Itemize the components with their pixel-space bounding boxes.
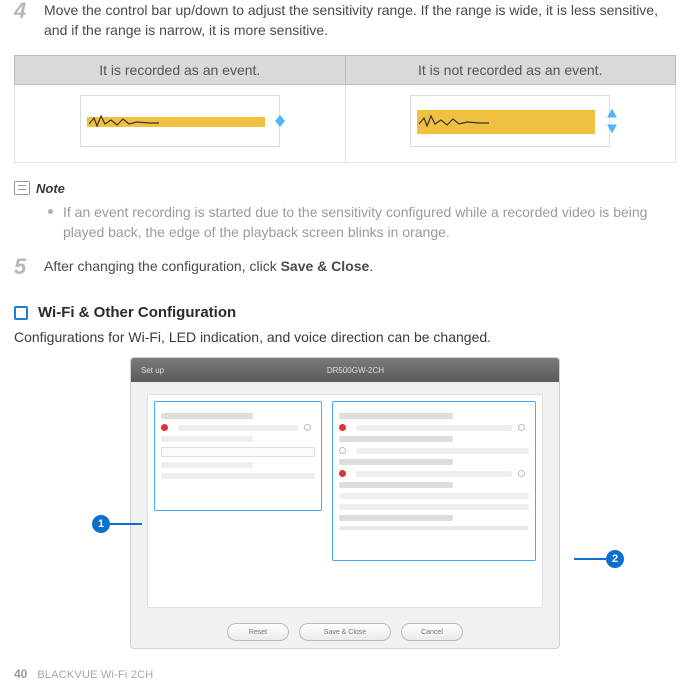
step-5-text-after: . bbox=[369, 258, 373, 274]
note-icon bbox=[14, 181, 30, 195]
callout-2-lead bbox=[574, 558, 606, 560]
page-footer: 40 BLACKVUE Wi-Fi 2CH bbox=[14, 667, 153, 681]
step-number-5: 5 bbox=[14, 256, 34, 278]
compare-header-not-recorded: It is not recorded as an event. bbox=[345, 55, 676, 84]
compare-cell-narrow bbox=[15, 84, 346, 162]
note-bullet-text: If an event recording is started due to … bbox=[63, 202, 676, 243]
screenshot-left-block bbox=[154, 401, 322, 511]
range-arrows-narrow-icon bbox=[275, 115, 285, 127]
step-5: 5 After changing the configuration, clic… bbox=[14, 256, 676, 278]
note-label: Note bbox=[36, 181, 65, 196]
note-heading: Note bbox=[14, 181, 676, 196]
note-bullet: If an event recording is started due to … bbox=[48, 202, 676, 243]
compare-header-recorded: It is recorded as an event. bbox=[15, 55, 346, 84]
sensitivity-comparison-table: It is recorded as an event. It is not re… bbox=[14, 55, 676, 163]
screenshot-save-close-button[interactable]: Save & Close bbox=[299, 623, 391, 641]
step-4-text: Move the control bar up/down to adjust t… bbox=[44, 0, 676, 41]
section-square-icon bbox=[14, 306, 28, 320]
screenshot-title-right bbox=[547, 366, 549, 375]
step-5-text-before: After changing the configuration, click bbox=[44, 258, 281, 274]
screenshot-titlebar: Set up DR500GW-2CH bbox=[131, 358, 559, 382]
screenshot-cancel-button[interactable]: Cancel bbox=[401, 623, 463, 641]
step-5-bold: Save & Close bbox=[281, 258, 370, 274]
callout-1-lead bbox=[110, 523, 142, 525]
config-screenshot-wrap: Set up DR500GW-2CH bbox=[14, 357, 676, 649]
step-number-4: 4 bbox=[14, 0, 34, 41]
callout-2: 2 bbox=[574, 550, 624, 568]
product-name: BLACKVUE Wi-Fi 2CH bbox=[37, 669, 153, 681]
screenshot-title-center: DR500GW-2CH bbox=[327, 366, 384, 375]
sensitivity-thumb-narrow bbox=[80, 95, 280, 147]
sensitivity-thumb-wide bbox=[410, 95, 610, 147]
callout-2-bubble: 2 bbox=[606, 550, 624, 568]
range-arrows-wide-icon bbox=[607, 108, 617, 133]
screenshot-bottom-bar: Reset Save & Close Cancel bbox=[131, 616, 559, 648]
config-screenshot: Set up DR500GW-2CH bbox=[130, 357, 560, 649]
step-5-text: After changing the configuration, click … bbox=[44, 256, 373, 278]
callout-1-bubble: 1 bbox=[92, 515, 110, 533]
page-number: 40 bbox=[14, 667, 27, 681]
compare-cell-wide bbox=[345, 84, 676, 162]
screenshot-reset-button[interactable]: Reset bbox=[227, 623, 289, 641]
section-description: Configurations for Wi-Fi, LED indication… bbox=[14, 329, 676, 345]
screenshot-title-left: Set up bbox=[141, 366, 164, 375]
bullet-dot-icon bbox=[48, 209, 53, 214]
screenshot-right-block bbox=[332, 401, 536, 561]
callout-1: 1 bbox=[92, 515, 142, 533]
section-heading-wifi-other: Wi-Fi & Other Configuration bbox=[14, 304, 676, 321]
section-title: Wi-Fi & Other Configuration bbox=[38, 304, 236, 321]
step-4: 4 Move the control bar up/down to adjust… bbox=[14, 0, 676, 41]
